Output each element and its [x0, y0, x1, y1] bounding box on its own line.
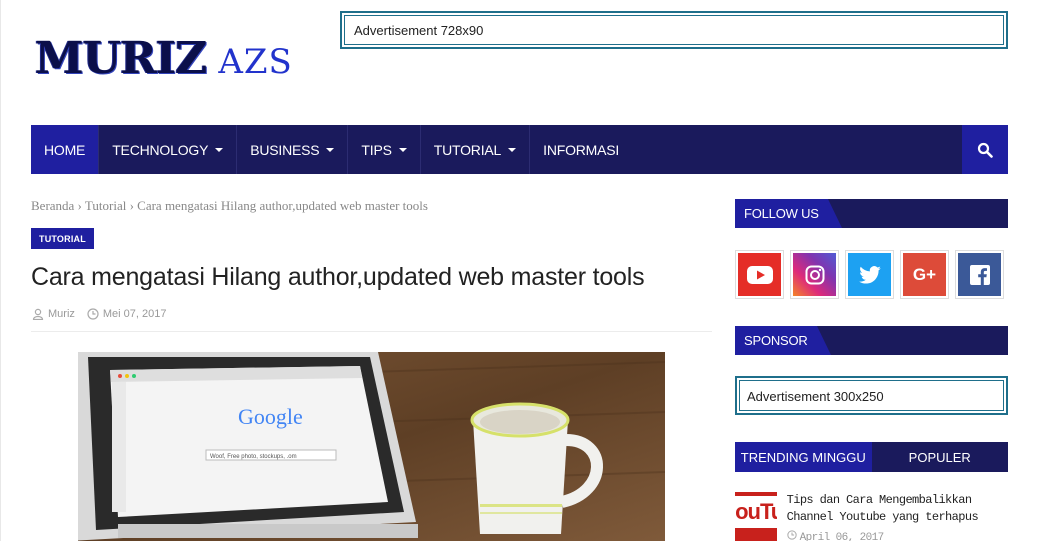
widget-title: FOLLOW US	[735, 199, 842, 228]
widget-title: SPONSOR	[735, 326, 831, 355]
sidebar-tabs: TRENDING MINGGU POPULER	[735, 442, 1008, 472]
post-hero-image: Google Woof, Free photo, stockups, .om	[78, 352, 665, 541]
nav-item-tutorial[interactable]: TUTORIAL	[421, 125, 531, 174]
post-title: Cara mengatasi Hilang author,updated web…	[31, 263, 645, 291]
site-logo[interactable]: MURIZ AZS	[35, 27, 293, 85]
caret-down-icon	[398, 147, 407, 152]
twitter-icon	[848, 253, 891, 296]
nav-item-business[interactable]: BUSINESS	[237, 125, 349, 174]
clock-icon	[786, 530, 797, 540]
nav-item-informasi[interactable]: INFORMASI	[530, 125, 632, 174]
user-icon	[32, 308, 44, 320]
ad-banner-side[interactable]: Advertisement 300x250	[735, 376, 1008, 415]
social-google-plus[interactable]: G+	[900, 250, 949, 299]
breadcrumb[interactable]: Beranda › Tutorial › Cara mengatasi Hila…	[31, 198, 428, 214]
widget-header-sponsor: SPONSOR	[735, 326, 1008, 355]
nav-label: BUSINESS	[250, 141, 320, 158]
post-meta: Muriz Mei 07, 2017	[32, 308, 172, 320]
post-date: Mei 07, 2017	[102, 308, 167, 320]
caret-down-icon	[508, 147, 517, 152]
post-label-tag[interactable]: TUTORIAL	[31, 228, 94, 249]
logo-main-text: MURIZ	[35, 33, 207, 84]
social-instagram[interactable]	[790, 250, 839, 299]
instagram-icon	[793, 253, 836, 296]
search-button[interactable]	[962, 125, 1008, 174]
clock-icon	[87, 308, 99, 320]
widget-header-follow: FOLLOW US	[735, 199, 1008, 228]
nav-item-tips[interactable]: TIPS	[348, 125, 421, 174]
social-youtube[interactable]	[735, 250, 784, 299]
divider	[31, 331, 712, 332]
trending-post-title[interactable]: Tips dan Cara Mengembalikkan Channel You…	[787, 492, 1008, 526]
nav-item-technology[interactable]: TECHNOLOGY	[99, 125, 238, 174]
facebook-icon	[958, 253, 1001, 296]
youtube-icon	[738, 253, 781, 296]
laptop-coffee-illustration: Google Woof, Free photo, stockups, .om	[78, 352, 665, 541]
social-links: G+	[735, 250, 1010, 299]
social-twitter[interactable]	[845, 250, 894, 299]
caret-down-icon	[326, 147, 335, 152]
google-plus-icon: G+	[903, 253, 946, 296]
trending-post-date-text: April 06, 2017	[799, 532, 885, 541]
search-query-text: Woof, Free photo, stockups, .om	[210, 454, 297, 460]
caret-down-icon	[215, 147, 224, 152]
nav-label: HOME	[44, 141, 86, 158]
trending-post-item[interactable]: ouTube Tips dan Cara Mengembalikkan Chan…	[735, 492, 1008, 541]
nav-item-home[interactable]: HOME	[31, 125, 100, 174]
nav-label: TUTORIAL	[433, 141, 502, 158]
post-author[interactable]: Muriz	[48, 308, 75, 320]
google-logo-text: Google	[238, 404, 303, 429]
main-nav: HOME TECHNOLOGY BUSINESS TIPS TUTORIAL I…	[31, 125, 1008, 174]
nav-label: TIPS	[361, 141, 392, 158]
social-facebook[interactable]	[955, 250, 1004, 299]
nav-label: TECHNOLOGY	[112, 141, 209, 158]
logo-sub-text: AZS	[218, 42, 293, 82]
tab-trending[interactable]: TRENDING MINGGU	[735, 442, 872, 472]
search-icon	[977, 142, 993, 158]
trending-post-thumbnail[interactable]: ouTube	[735, 492, 777, 541]
trending-post-date: April 06, 2017	[786, 530, 1008, 541]
thumbnail-text: ouTube	[735, 499, 777, 524]
ad-banner-top[interactable]: Advertisement 728x90	[340, 11, 1008, 49]
page: MURIZ AZS Advertisement 728x90 HOME TECH…	[0, 0, 1037, 541]
nav-label: INFORMASI	[543, 141, 620, 158]
tab-populer[interactable]: POPULER	[872, 442, 1009, 472]
